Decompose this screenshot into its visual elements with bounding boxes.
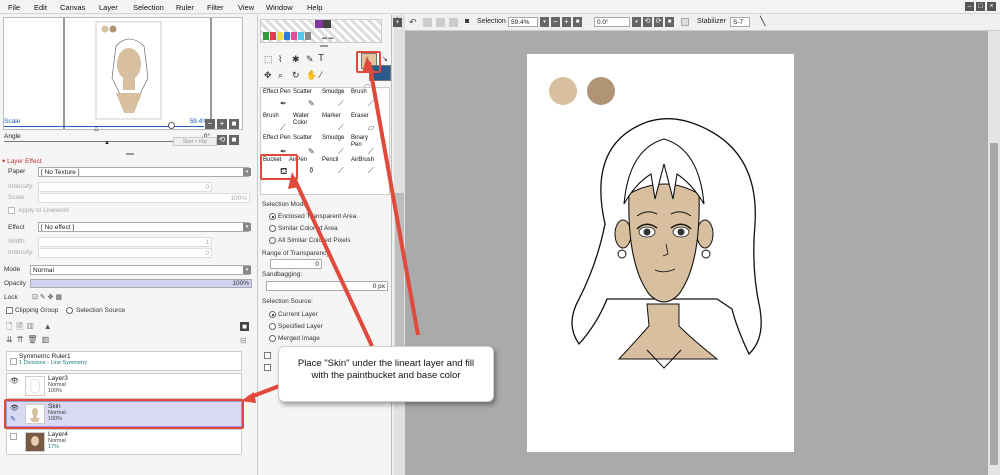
annotation-arrows	[241, 56, 420, 403]
callout-line-1: Place "Skin" under the lineart layer and…	[297, 358, 475, 369]
instruction-callout: Place "Skin" under the lineart layer and…	[278, 346, 494, 402]
canvas-scrollbar[interactable]	[988, 31, 1000, 475]
callout-line-2: with the paintbucket and base color	[311, 370, 461, 381]
canvas-area[interactable]	[241, 31, 988, 475]
canvas-scroll-thumb[interactable]	[990, 143, 998, 465]
